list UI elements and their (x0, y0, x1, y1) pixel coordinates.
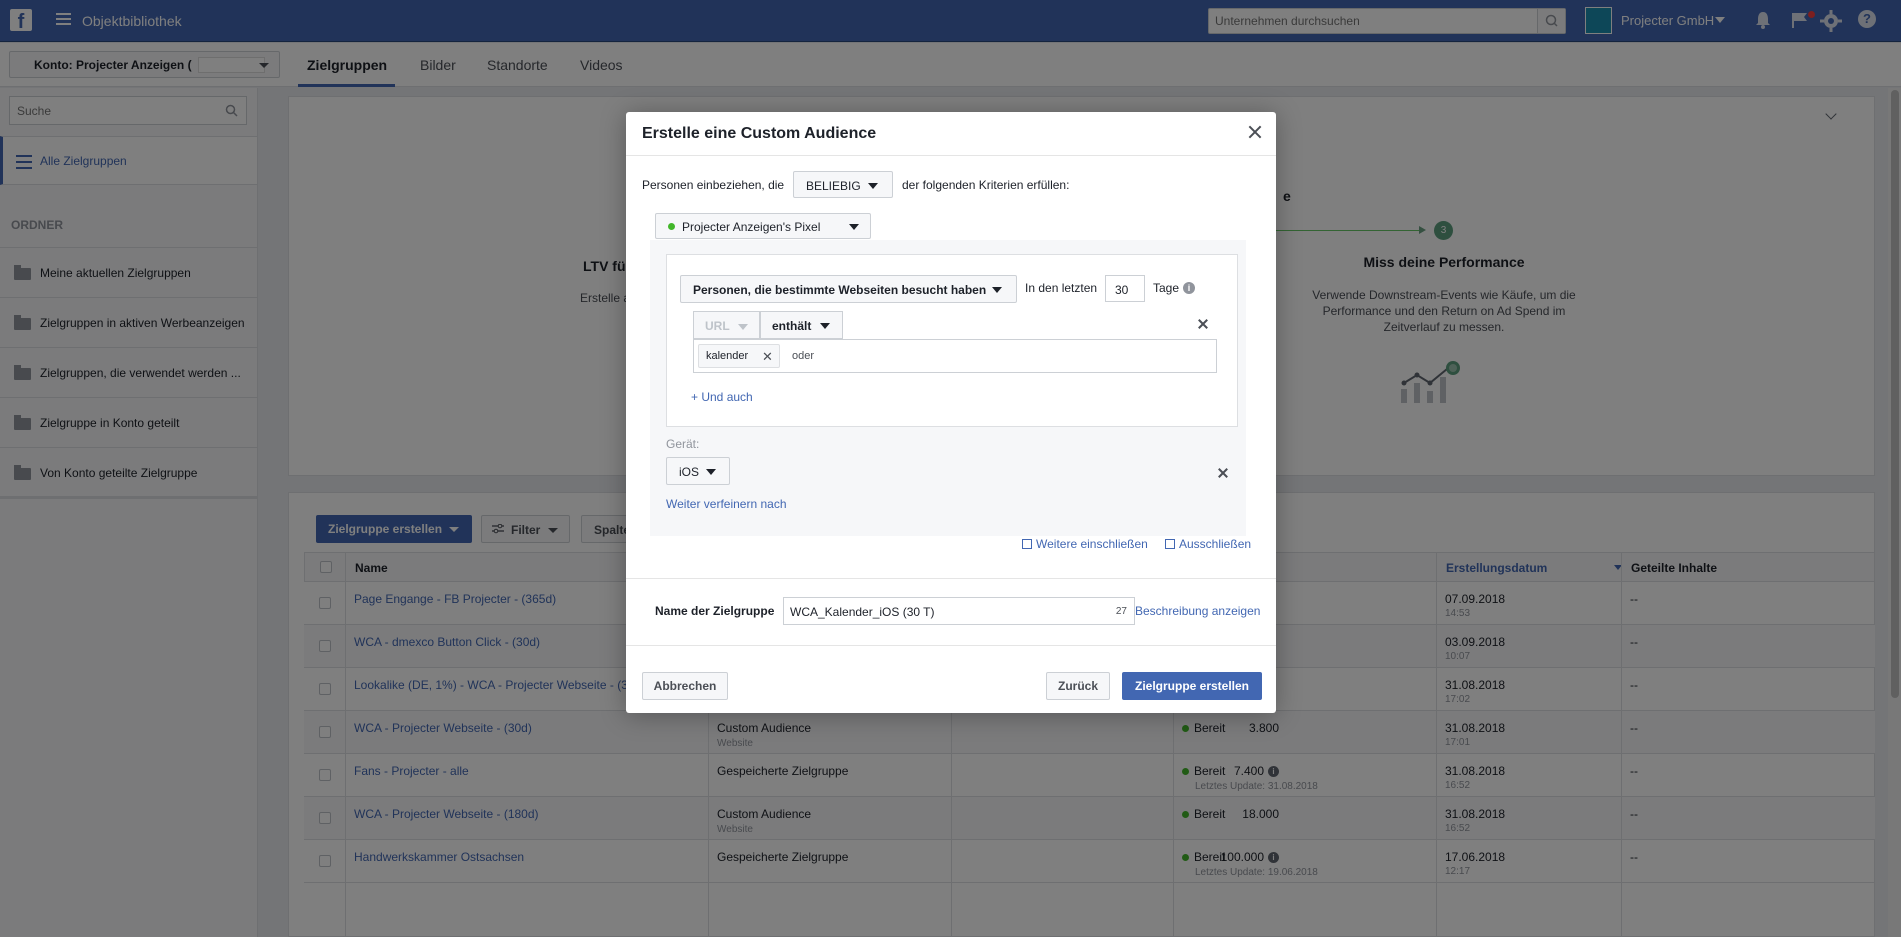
show-description-link[interactable]: Beschreibung anzeigen (1135, 604, 1260, 618)
back-button[interactable]: Zurück (1046, 672, 1110, 700)
character-counter: 27 (1115, 606, 1127, 617)
refine-further-link[interactable]: Weiter verfeinern nach (666, 497, 787, 511)
exclude-link[interactable]: Ausschließen (1165, 537, 1251, 551)
retention-days-value: 30 (1115, 283, 1129, 297)
create-custom-audience-dialog: Erstelle eine Custom Audience Personen e… (626, 112, 1276, 713)
operator-dropdown[interactable]: enthält (760, 311, 843, 339)
dialog-header: Erstelle eine Custom Audience (626, 112, 1276, 156)
pixel-dropdown[interactable]: Projecter Anzeigen's Pixel (655, 213, 871, 239)
remove-device-icon[interactable] (1217, 467, 1229, 479)
chevron-down-icon (849, 224, 859, 230)
exclude-label: Ausschließen (1179, 537, 1252, 551)
keyword-token: kalender ✕ (698, 344, 780, 368)
audience-name-value: WCA_Kalender_iOS (30 T) (790, 605, 935, 619)
close-icon[interactable] (1247, 124, 1263, 140)
divider (626, 645, 1276, 646)
audience-name-input[interactable]: WCA_Kalender_iOS (30 T) 27 (783, 597, 1135, 625)
or-placeholder: oder (792, 350, 815, 362)
info-icon[interactable]: i (1183, 282, 1195, 294)
url-keyword-input[interactable]: kalender ✕ oder (693, 339, 1217, 373)
visit-rule-dropdown[interactable]: Personen, die bestimmte Webseiten besuch… (680, 275, 1017, 303)
copy-icon (1165, 539, 1175, 549)
dialog-title: Erstelle eine Custom Audience (642, 125, 877, 142)
pixel-name: Projecter Anzeigen's Pixel (682, 220, 821, 234)
chevron-down-icon (738, 324, 748, 330)
remove-token-icon[interactable]: ✕ (762, 349, 773, 365)
device-label: Gerät: (666, 437, 700, 451)
device-value: iOS (679, 465, 700, 479)
add-and-condition-link[interactable]: + Und auch (691, 390, 753, 404)
url-field-selector: URL (693, 311, 760, 339)
include-more-label: Weitere einschließen (1036, 537, 1148, 551)
chevron-down-icon (868, 183, 878, 189)
create-audience-submit-button[interactable]: Zielgruppe erstellen (1122, 672, 1262, 700)
include-suffix-text: der folgenden Kriterien erfüllen: (902, 178, 1070, 192)
match-mode-dropdown[interactable]: BELIEBIG (793, 171, 893, 198)
cancel-button[interactable]: Abbrechen (642, 672, 728, 700)
chevron-down-icon (992, 287, 1002, 293)
retention-unit: Tage (1153, 281, 1180, 295)
chevron-down-icon (706, 469, 716, 475)
include-prefix-text: Personen einbeziehen, die (642, 178, 785, 192)
operator-value: enthält (772, 319, 812, 333)
audience-name-label: Name der Zielgruppe (655, 604, 775, 618)
keyword-token-label: kalender (706, 350, 749, 362)
retention-label: In den letzten (1025, 281, 1098, 295)
divider (626, 578, 1276, 579)
url-label: URL (705, 319, 730, 333)
chevron-down-icon (820, 323, 830, 329)
retention-days-input[interactable]: 30 (1105, 275, 1145, 302)
visit-rule-value: Personen, die bestimmte Webseiten besuch… (693, 283, 987, 297)
status-dot (668, 223, 675, 230)
include-more-link[interactable]: Weitere einschließen (1022, 537, 1148, 551)
copy-icon (1022, 539, 1032, 549)
remove-condition-icon[interactable] (1197, 318, 1209, 330)
device-dropdown[interactable]: iOS (666, 457, 730, 485)
match-mode-value: BELIEBIG (806, 179, 861, 193)
